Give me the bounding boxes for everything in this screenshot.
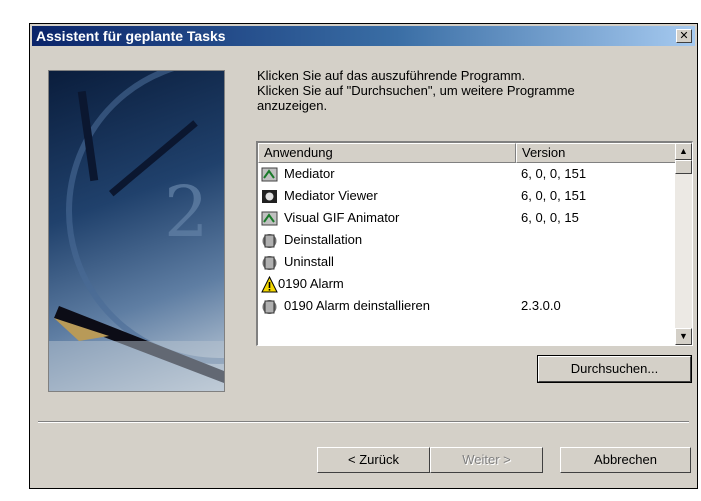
browse-button[interactable]: Durchsuchen... xyxy=(537,355,692,383)
list-item-name: Uninstall xyxy=(284,254,334,269)
uninstall-icon xyxy=(262,234,277,248)
window-title: Assistent für geplante Tasks xyxy=(36,28,226,44)
program-list[interactable]: Anwendung Version Mediator 6, 0, 0, 151 … xyxy=(256,141,693,346)
list-item[interactable]: Visual GIF Animator 6, 0, 0, 15 xyxy=(258,207,675,229)
list-item-name: 0190 Alarm deinstallieren xyxy=(284,298,430,313)
instruction-line-3: anzuzeigen. xyxy=(257,98,328,113)
mediator-viewer-icon xyxy=(262,190,277,203)
list-item[interactable]: Uninstall xyxy=(258,251,675,273)
title-bar[interactable]: Assistent für geplante Tasks ✕ xyxy=(32,26,695,46)
separator-line xyxy=(38,421,689,423)
list-item-name: 0190 Alarm xyxy=(278,276,344,291)
clock-pen-illustration: 2 xyxy=(49,71,224,391)
gif-animator-icon xyxy=(261,211,278,226)
list-item[interactable]: 0190 Alarm xyxy=(258,273,675,295)
list-item-name: Mediator xyxy=(284,166,335,181)
close-icon: ✕ xyxy=(679,30,689,42)
svg-text:2: 2 xyxy=(164,171,209,253)
warning-icon xyxy=(261,276,278,293)
list-item[interactable]: Mediator 6, 0, 0, 151 xyxy=(258,163,675,185)
uninstall-icon xyxy=(262,300,277,314)
instruction-line-2: Klicken Sie auf "Durchsuchen", um weiter… xyxy=(257,83,575,98)
mediator-icon xyxy=(261,167,278,182)
column-header-version[interactable]: Version xyxy=(516,143,676,163)
list-item[interactable]: Deinstallation xyxy=(258,229,675,251)
list-item[interactable]: 0190 Alarm deinstallieren 2.3.0.0 xyxy=(258,295,675,317)
list-item-version: 6, 0, 0, 151 xyxy=(521,166,587,181)
list-rows: Mediator 6, 0, 0, 151 Mediator Viewer 6,… xyxy=(258,163,675,317)
cancel-button[interactable]: Abbrechen xyxy=(560,447,691,473)
scroll-up-button[interactable]: ▲ xyxy=(675,143,692,160)
arrow-down-icon: ▼ xyxy=(679,331,688,341)
scroll-thumb[interactable] xyxy=(675,160,692,174)
list-item-version: 2.3.0.0 xyxy=(521,298,561,313)
instruction-line-1: Klicken Sie auf das auszuführende Progra… xyxy=(257,68,526,83)
list-item-version: 6, 0, 0, 151 xyxy=(521,188,587,203)
wizard-image: 2 xyxy=(48,70,225,392)
list-item-name: Deinstallation xyxy=(284,232,363,247)
list-item[interactable]: Mediator Viewer 6, 0, 0, 151 xyxy=(258,185,675,207)
column-header-application[interactable]: Anwendung xyxy=(258,143,516,163)
close-button[interactable]: ✕ xyxy=(676,29,692,43)
wizard-dialog: Assistent für geplante Tasks ✕ 2 Klicken… xyxy=(29,23,698,489)
vertical-scrollbar[interactable]: ▲ ▼ xyxy=(675,143,692,345)
list-item-version: 6, 0, 0, 15 xyxy=(521,210,579,225)
next-button[interactable]: Weiter > xyxy=(430,447,543,473)
arrow-up-icon: ▲ xyxy=(679,146,688,156)
instructions-text: Klicken Sie auf das auszuführende Progra… xyxy=(257,68,672,113)
list-item-name: Visual GIF Animator xyxy=(284,210,400,225)
uninstall-icon xyxy=(262,256,277,270)
list-item-name: Mediator Viewer xyxy=(284,188,378,203)
scroll-down-button[interactable]: ▼ xyxy=(675,328,692,345)
list-header: Anwendung Version xyxy=(258,143,676,163)
back-button[interactable]: < Zurück xyxy=(317,447,430,473)
